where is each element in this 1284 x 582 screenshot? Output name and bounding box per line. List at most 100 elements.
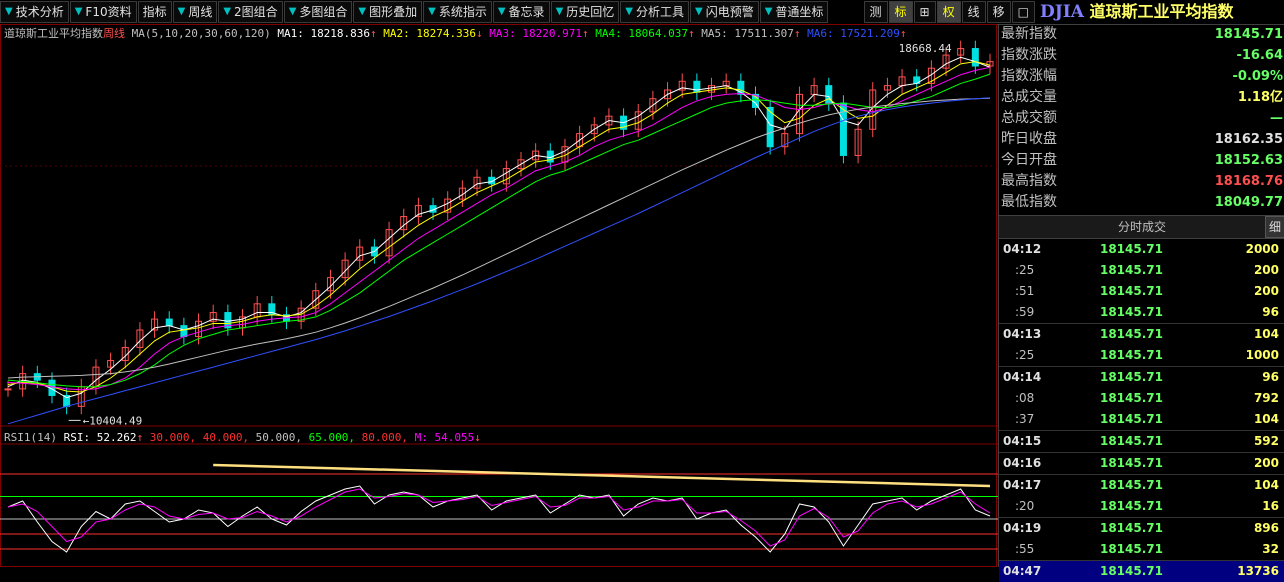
quote-row: 最低指数 18049.77 <box>999 192 1284 213</box>
tick-volume: 2000 <box>1245 242 1279 256</box>
toolbar-item-6[interactable]: ▼ 图形叠加 <box>353 1 423 23</box>
tick-row[interactable]: :25 18145.71 200 <box>999 260 1284 281</box>
toolbar-item-3[interactable]: ▼ 周线 <box>172 1 218 23</box>
toolbar-small-button-5[interactable]: 移 <box>986 1 1011 23</box>
toolbar-item-label: 普通坐标 <box>775 5 824 19</box>
tick-row[interactable]: 04:15 18145.71 592 <box>999 430 1284 452</box>
tick-time: 04:17 <box>1003 478 1042 492</box>
tick-row[interactable]: :51 18145.71 200 <box>999 281 1284 302</box>
dropdown-arrow-icon: ▼ <box>223 6 232 17</box>
candle-body <box>180 325 188 338</box>
quote-label: 最高指数 <box>1001 173 1057 189</box>
toolbar-item-10[interactable]: ▼ 分析工具 <box>620 1 689 23</box>
toolbar-item-label: 分析工具 <box>635 5 684 19</box>
ma-legend-item-5: MA6: 17521.209 <box>800 27 900 40</box>
toolbar-item-2[interactable]: 指标 <box>137 1 172 23</box>
dropdown-arrow-icon: ▼ <box>5 6 13 17</box>
tick-volume: 32 <box>1262 542 1279 556</box>
toolbar-small-button-3[interactable]: 权 <box>936 1 961 23</box>
toolbar-item-label: F10资料 <box>85 5 132 19</box>
rsi-legend-item-5: 80.000, <box>355 431 409 444</box>
tick-volume: 792 <box>1253 391 1279 405</box>
tick-list[interactable]: 04:12 18145.71 2000:25 18145.71 200:51 18145.… <box>999 239 1284 582</box>
tick-row[interactable]: 04:13 18145.71 104 <box>999 323 1284 345</box>
kline-chart[interactable]: 18668.44 ←10404.49 <box>0 24 998 567</box>
ma-legend-title: 道琼斯工业平均指数 <box>4 27 103 40</box>
quote-label: 昨日收盘 <box>1001 131 1057 147</box>
tick-row[interactable]: 04:47 18145.71 13736 <box>999 560 1284 582</box>
high-label: 18668.44 <box>899 42 952 55</box>
tick-row[interactable]: :59 18145.71 96 <box>999 302 1284 323</box>
tick-row[interactable]: 04:17 18145.71 104 <box>999 474 1284 496</box>
toolbar-small-button-1[interactable]: 标 <box>888 1 913 23</box>
tick-row[interactable]: :20 18145.71 16 <box>999 496 1284 517</box>
tick-volume: 1000 <box>1245 348 1279 362</box>
toolbar-item-12[interactable]: ▼ 普通坐标 <box>759 1 829 23</box>
toolbar-item-9[interactable]: ▼ 历史回忆 <box>550 1 620 23</box>
toolbar-item-1[interactable]: ▼ F10资料 <box>69 1 137 23</box>
tick-volume: 896 <box>1253 521 1279 535</box>
dropdown-arrow-icon: ▼ <box>358 6 367 17</box>
dropdown-arrow-icon: ▼ <box>555 6 564 17</box>
tick-volume: 96 <box>1262 370 1279 384</box>
ma-legend-item-4: MA5: 17511.307 <box>694 27 794 40</box>
ma-legend-item-1: MA2: 18274.336 <box>376 27 477 40</box>
quote-value: -0.09% <box>1232 69 1284 84</box>
detail-button[interactable]: 细 <box>1265 216 1284 238</box>
toolbar-small-button-6[interactable]: □ <box>1011 1 1035 23</box>
toolbar-item-5[interactable]: ▼ 多图组合 <box>283 1 353 23</box>
tick-time: :25 <box>1015 263 1035 277</box>
tick-volume: 104 <box>1253 412 1279 426</box>
quote-panel: 最新指数 18145.71 指数涨跌 -16.64 指数涨幅 -0.09% 总成交量 1.18… <box>998 24 1284 582</box>
tick-row[interactable]: 04:14 18145.71 96 <box>999 366 1284 388</box>
rsi-legend-item-3: 50.000, <box>249 431 303 444</box>
trend-arrow-icon: ↓ <box>474 431 481 444</box>
trend-arrow-icon: ↑ <box>581 27 589 40</box>
toolbar-item-0[interactable]: ▼ 技术分析 <box>0 1 69 23</box>
quote-value: 1.18亿 <box>1237 90 1283 105</box>
toolbar-item-8[interactable]: ▼ 备忘录 <box>492 1 550 23</box>
toolbar-item-4[interactable]: ▼ 2图组合 <box>218 1 283 23</box>
tick-volume: 96 <box>1262 305 1279 319</box>
toolbar-item-11[interactable]: ▼ 闪电预警 <box>690 1 759 23</box>
toolbar-item-7[interactable]: ▼ 系统指示 <box>423 1 492 23</box>
quote-row: 今日开盘 18152.63 <box>999 150 1284 171</box>
quote-value: 18049.77 <box>1214 195 1283 210</box>
tick-volume: 13736 <box>1237 564 1279 578</box>
toolbar-item-label: 2图组合 <box>234 5 278 19</box>
rsi-legend-item-2: 40.000, <box>196 431 250 444</box>
ma-legend-item-0: MA1: 18218.836 <box>277 27 371 40</box>
tick-row[interactable]: 04:12 18145.71 2000 <box>999 239 1284 260</box>
tick-time: 04:12 <box>1003 242 1042 256</box>
tick-row[interactable]: 04:16 18145.71 200 <box>999 452 1284 474</box>
tick-row[interactable]: :25 18145.71 1000 <box>999 345 1284 366</box>
ma-legend-params: MA(5,10,20,30,60,120) <box>131 27 271 40</box>
tick-time: 04:19 <box>1003 521 1042 535</box>
tick-time: :25 <box>1015 348 1035 362</box>
tick-row[interactable]: :08 18145.71 792 <box>999 388 1284 409</box>
dropdown-arrow-icon: ▼ <box>74 6 83 17</box>
tick-time: 04:15 <box>1003 434 1042 448</box>
toolbar-item-label: 周线 <box>188 5 213 19</box>
tick-price: 18145.71 <box>1099 348 1163 362</box>
tick-time: 04:47 <box>1003 564 1042 578</box>
toolbar-item-label: 指标 <box>142 5 167 19</box>
tick-row[interactable]: :37 18145.71 104 <box>999 409 1284 430</box>
toolbar-small-button-0[interactable]: 测 <box>863 1 888 23</box>
toolbar-item-label: 系统指示 <box>438 5 487 19</box>
tick-row[interactable]: :55 18145.71 32 <box>999 539 1284 560</box>
tick-header-label: 分时成交 <box>1117 220 1166 234</box>
tick-price: 18145.71 <box>1099 412 1163 426</box>
quote-value: -16.64 <box>1236 48 1283 63</box>
dropdown-arrow-icon: ▼ <box>177 6 186 17</box>
quote-label: 总成交额 <box>1001 110 1057 126</box>
toolbar-small-button-4[interactable]: 线 <box>961 1 986 23</box>
chart-canvas[interactable]: 18668.44 ←10404.49 <box>0 24 998 567</box>
tick-row[interactable]: 04:19 18145.71 896 <box>999 517 1284 539</box>
toolbar-small-button-2[interactable]: ⊞ <box>913 1 936 23</box>
tick-time: 04:16 <box>1003 456 1042 470</box>
tick-price: 18145.71 <box>1099 305 1163 319</box>
quote-value: 18162.35 <box>1214 132 1283 147</box>
tick-list-header: 分时成交 细 <box>999 215 1284 239</box>
tick-price: 18145.71 <box>1099 478 1163 492</box>
